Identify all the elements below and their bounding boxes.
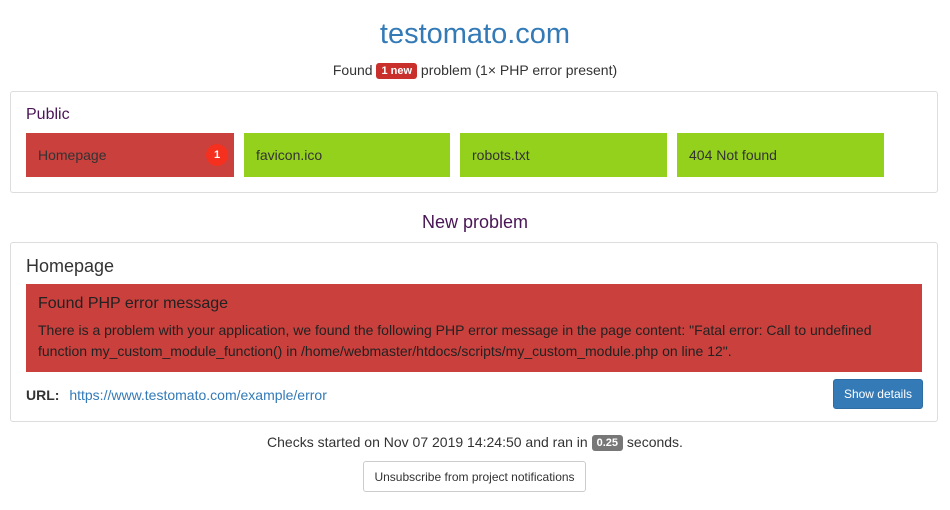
error-title: Found PHP error message [38,295,229,312]
url-label: URL: [26,387,60,403]
problem-page-title: Homepage [26,256,115,276]
summary-suffix: problem (1× PHP error present) [420,62,618,78]
url-row: URL: https://www.testomato.com/example/e… [26,386,327,404]
checks-info: Checks started on Nov 07 2019 14:24:50 a… [0,433,950,451]
check-tile-label: robots.txt [472,147,530,163]
site-title: testomato.com [379,18,571,50]
check-tile-robots[interactable]: robots.txt [460,133,667,177]
duration-badge: 0.25 [591,435,624,451]
check-tile-label: Homepage [38,147,107,163]
checks-prefix: Checks started on Nov 07 2019 14:24:50 a… [267,434,588,450]
check-tile-homepage[interactable]: Homepage 1 [26,133,234,177]
check-tile-label: favicon.ico [256,147,323,163]
unsubscribe-button[interactable]: Unsubscribe from project notifications [363,461,586,492]
error-message: There is a problem with your application… [38,322,872,359]
check-tile-404[interactable]: 404 Not found [677,133,884,177]
show-details-button[interactable]: Show details [832,379,923,409]
public-panel-title: Public [26,106,70,123]
new-problem-badge: 1 new [376,63,418,79]
problem-panel: Homepage Found PHP error message There i… [10,242,938,422]
problem-summary: Found 1 new problem (1× PHP error presen… [0,61,950,79]
summary-prefix: Found [332,62,373,78]
error-alert: Found PHP error message There is a probl… [26,284,922,372]
problem-count-badge: 1 [206,144,228,166]
checks-suffix: seconds. [626,434,683,450]
check-tile-label: 404 Not found [689,147,777,163]
problem-url-link[interactable]: https://www.testomato.com/example/error [69,387,327,403]
public-panel: Public Homepage 1 favicon.ico robots.txt… [10,91,938,193]
check-tile-favicon[interactable]: favicon.ico [244,133,450,177]
new-problem-heading: New problem [421,212,529,232]
